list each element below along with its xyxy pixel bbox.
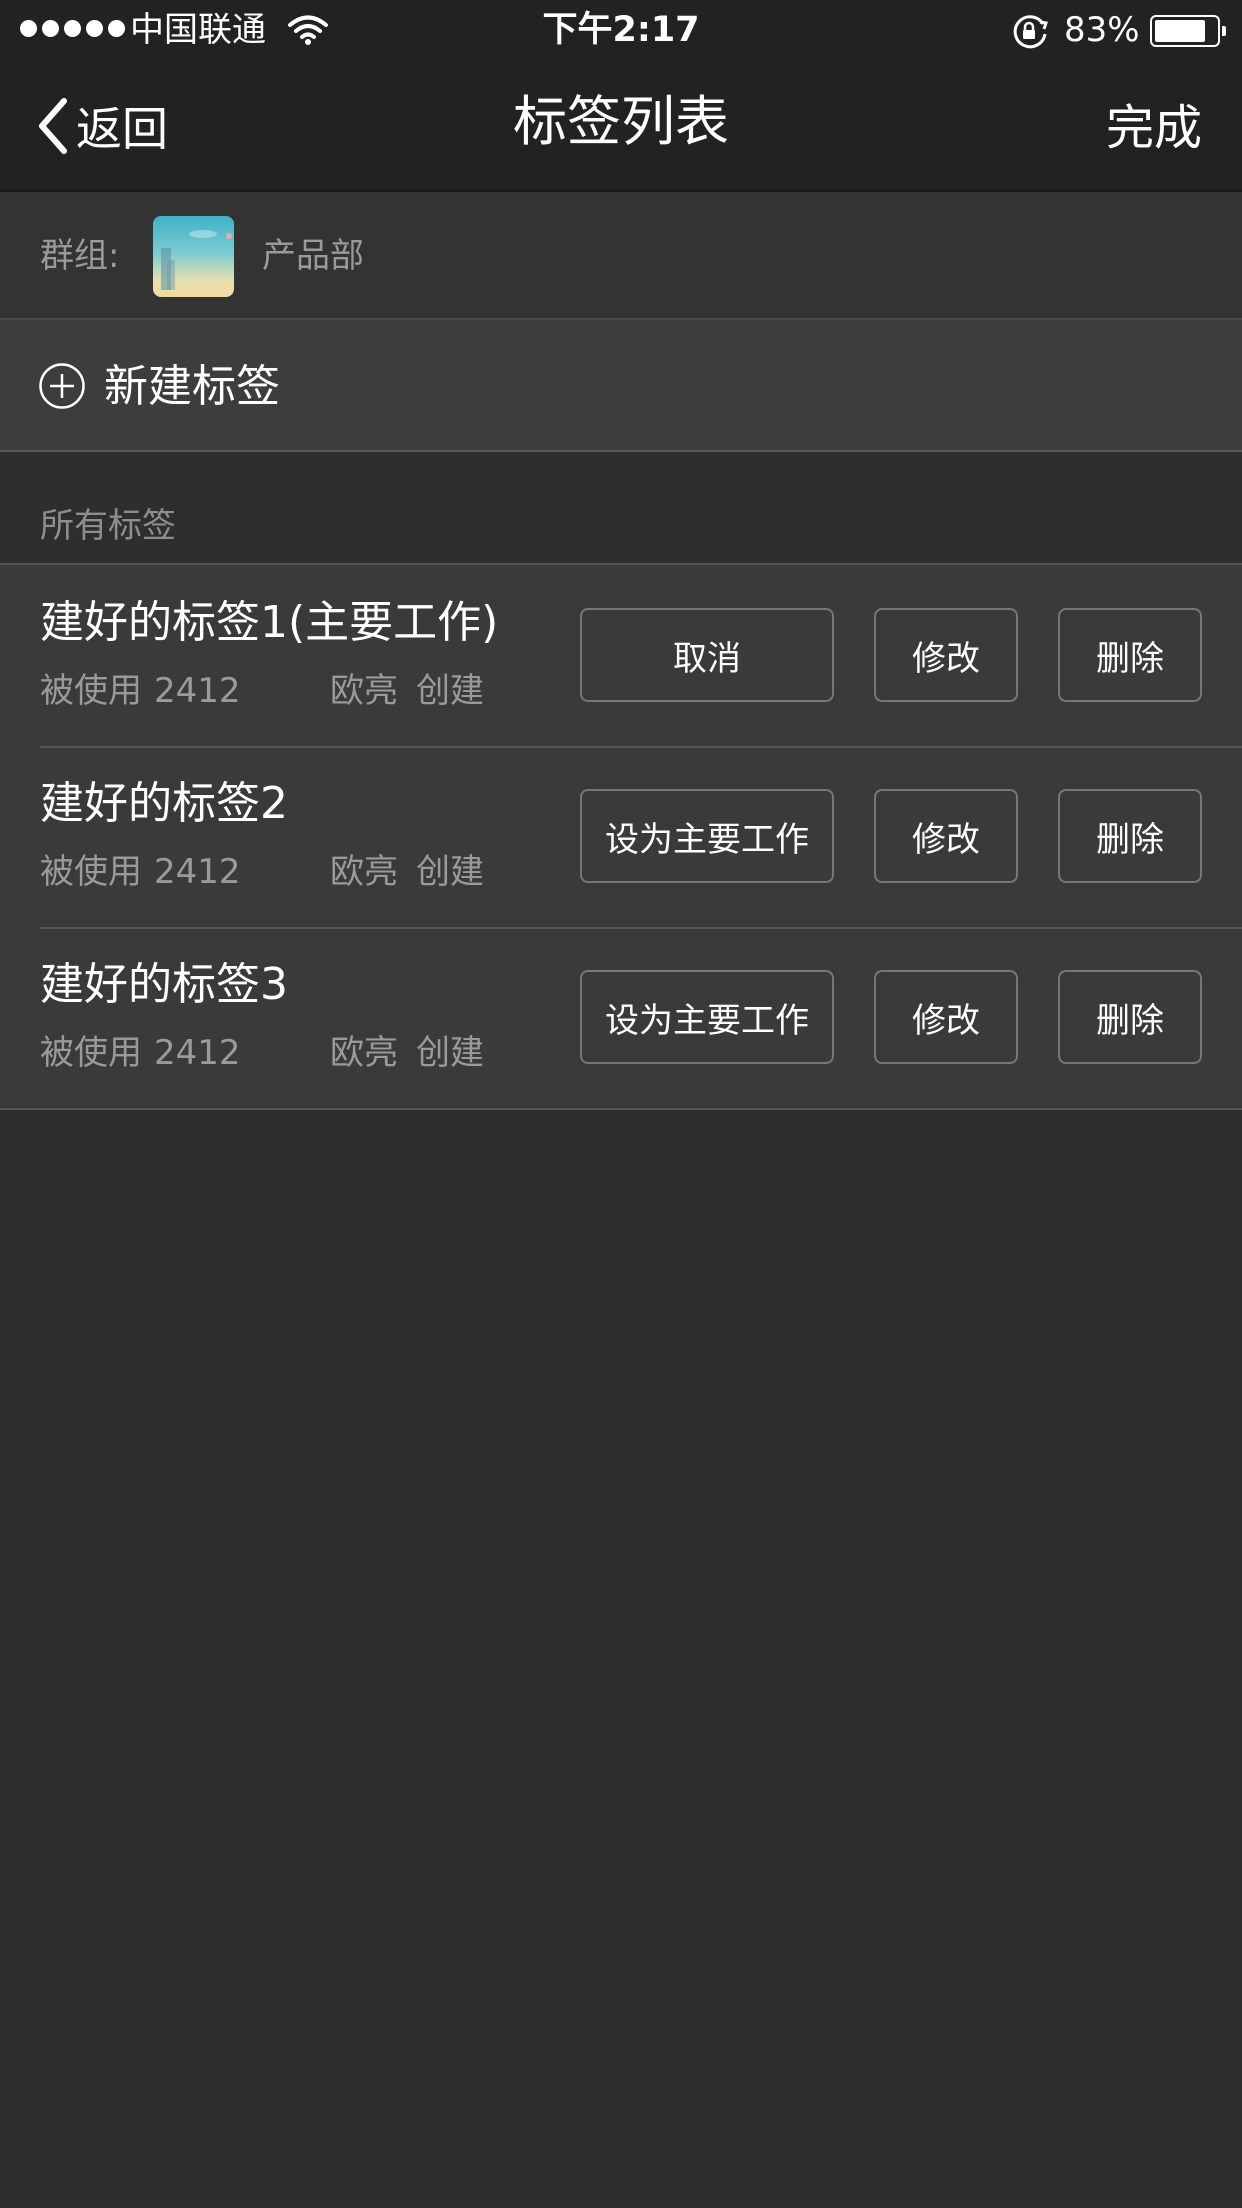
battery-fill [1155,20,1205,42]
creator-info: 欧亮 创建 [330,669,484,713]
status-bar: 中国联通 下午2:17 83% [0,0,1242,60]
tag-meta: 被使用 2412 欧亮 创建 [40,669,484,713]
usage-label: 被使用 [40,852,142,892]
cancel-primary-button[interactable]: 取消 [580,608,834,702]
page-title: 标签列表 [513,90,729,153]
group-name: 产品部 [262,236,364,276]
usage-label: 被使用 [40,671,142,711]
edit-button[interactable]: 修改 [874,608,1018,702]
tag-name: 建好的标签2 [40,778,288,829]
usage-count: 2412 [154,1033,241,1073]
new-tag-label: 新建标签 [104,361,280,412]
created-label: 创建 [416,852,484,892]
tag-row: 建好的标签3 被使用 2412 欧亮 创建 设为主要工作 修改 删除 [0,927,1242,1108]
tag-row: 建好的标签2 被使用 2412 欧亮 创建 设为主要工作 修改 删除 [0,746,1242,927]
tag-name: 建好的标签3 [40,959,288,1010]
status-time: 下午2:17 [542,10,700,50]
usage-count: 2412 [154,852,241,892]
group-row: 群组: 产品部 [0,192,1242,320]
creator-info: 欧亮 创建 [330,1031,484,1075]
edit-button[interactable]: 修改 [874,789,1018,883]
delete-button[interactable]: 删除 [1058,789,1202,883]
done-button[interactable]: 完成 [1106,96,1202,160]
group-label: 群组: [40,236,120,276]
set-primary-button[interactable]: 设为主要工作 [580,970,834,1064]
battery-icon [1150,15,1226,47]
tag-meta: 被使用 2412 欧亮 创建 [40,850,484,894]
rotation-lock-icon [1010,14,1050,54]
edit-button[interactable]: 修改 [874,970,1018,1064]
creator-name: 欧亮 [330,852,398,892]
set-primary-button[interactable]: 设为主要工作 [580,789,834,883]
usage-count: 2412 [154,671,241,711]
tag-meta: 被使用 2412 欧亮 创建 [40,1031,484,1075]
tag-list: 建好的标签1(主要工作) 被使用 2412 欧亮 创建 取消 修改 删除 建好的标签… [0,563,1242,1110]
created-label: 创建 [416,1033,484,1073]
battery-percentage: 83% [1064,10,1140,50]
navigation-bar: 返回 标签列表 完成 [0,60,1242,192]
delete-button[interactable]: 删除 [1058,608,1202,702]
new-tag-button[interactable]: 新建标签 [0,320,1242,452]
creator-name: 欧亮 [330,1033,398,1073]
usage-label: 被使用 [40,1033,142,1073]
creator-info: 欧亮 创建 [330,850,484,894]
tag-name: 建好的标签1(主要工作) [40,597,499,648]
section-header-all-tags: 所有标签 [40,506,176,546]
delete-button[interactable]: 删除 [1058,970,1202,1064]
plus-circle-icon [38,362,86,414]
battery-nub [1222,26,1226,36]
tag-row: 建好的标签1(主要工作) 被使用 2412 欧亮 创建 取消 修改 删除 [0,565,1242,746]
created-label: 创建 [416,671,484,711]
screen: 中国联通 下午2:17 83% 返回 标签列表 完成 群组: 产品部 新建标签 … [0,0,1242,2208]
group-avatar [153,216,234,297]
creator-name: 欧亮 [330,671,398,711]
